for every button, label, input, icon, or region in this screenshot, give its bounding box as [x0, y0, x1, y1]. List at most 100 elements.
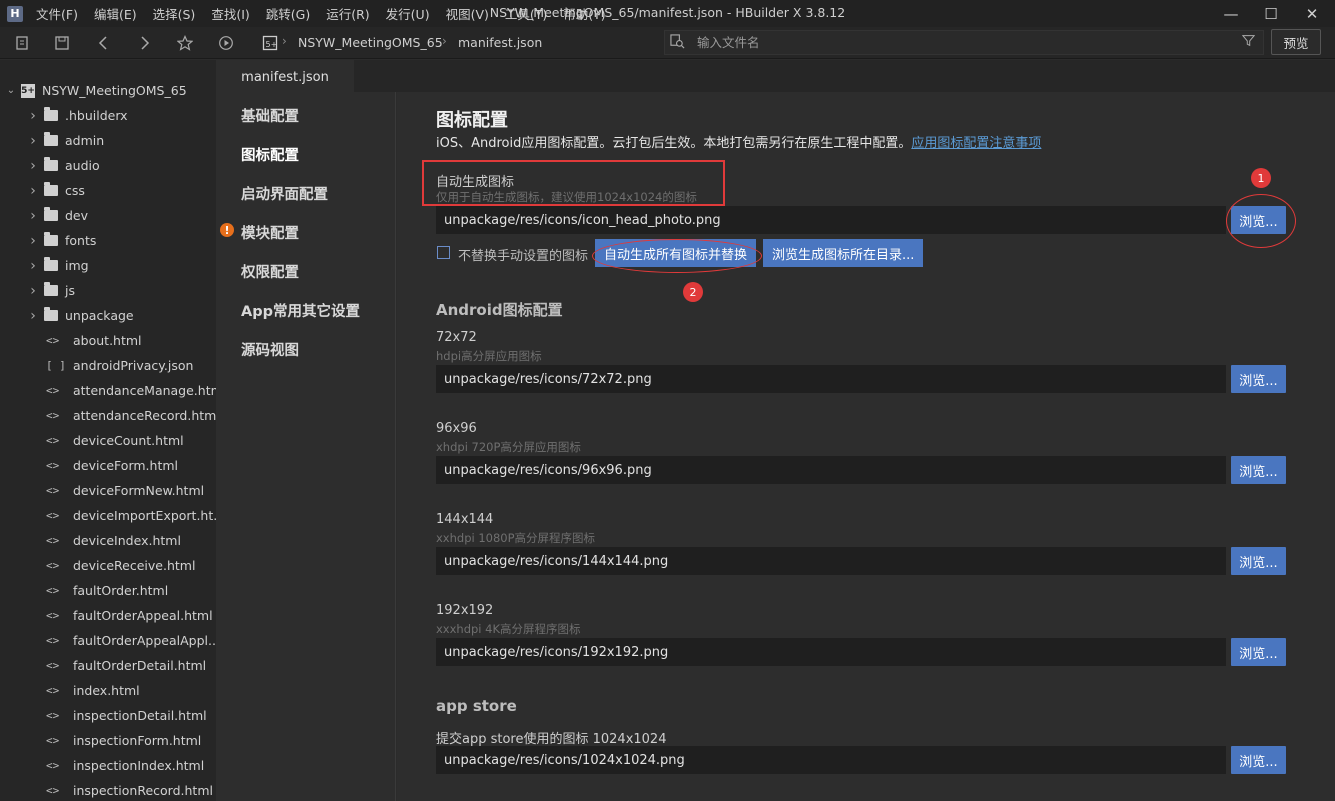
tree-item-label: audio: [65, 158, 100, 173]
tree-item[interactable]: <> attendanceManage.html: [46, 378, 216, 403]
menu-edit[interactable]: 编辑(E): [94, 4, 137, 23]
chevron-right-icon[interactable]: ›: [28, 233, 38, 249]
tree-item-label: inspectionRecord.html: [73, 783, 213, 798]
tree-item[interactable]: <> about.html: [46, 328, 216, 353]
chevron-right-icon[interactable]: ›: [28, 283, 38, 299]
nav-other-settings[interactable]: App常用其它设置: [241, 300, 360, 321]
tree-item[interactable]: › fonts: [28, 228, 216, 253]
nav-icon-config[interactable]: 图标配置: [241, 144, 299, 165]
folder-icon: [44, 307, 58, 321]
chevron-right-icon[interactable]: ›: [28, 208, 38, 224]
filter-icon[interactable]: [1241, 34, 1256, 51]
tree-item[interactable]: <> index.html: [46, 678, 216, 703]
android-icon-path-input[interactable]: [436, 638, 1226, 666]
auto-icon-path-input[interactable]: [436, 206, 1226, 234]
menu-goto[interactable]: 跳转(G): [266, 4, 310, 23]
chevron-right-icon[interactable]: ›: [28, 133, 38, 149]
browse-generated-dir-button[interactable]: 浏览生成图标所在目录...: [763, 239, 924, 267]
tree-item-label: unpackage: [65, 308, 134, 323]
tree-item[interactable]: <> deviceIndex.html: [46, 528, 216, 553]
chevron-right-icon[interactable]: ›: [28, 258, 38, 274]
tree-item[interactable]: <> deviceCount.html: [46, 428, 216, 453]
tree-item[interactable]: <> faultOrder.html: [46, 578, 216, 603]
tree-item[interactable]: <> inspectionRecord.html: [46, 778, 216, 801]
menu-tools[interactable]: 工具(T): [505, 4, 547, 23]
breadcrumb-project[interactable]: NSYW_MeetingOMS_65: [298, 35, 443, 50]
run-icon[interactable]: [216, 33, 236, 53]
search-icon: [670, 34, 685, 53]
android-icon-path-input[interactable]: [436, 456, 1226, 484]
menu-find[interactable]: 查找(I): [211, 4, 249, 23]
maximize-button[interactable]: ☐: [1248, 0, 1294, 27]
tree-item-label: css: [65, 183, 85, 198]
tree-item[interactable]: <> attendanceRecord.html: [46, 403, 216, 428]
preview-button[interactable]: 预览: [1271, 29, 1321, 55]
tree-item[interactable]: › .hbuilderx: [28, 103, 216, 128]
tree-item[interactable]: <> deviceImportExport.ht...: [46, 503, 216, 528]
back-icon[interactable]: [94, 33, 114, 53]
tree-item[interactable]: <> inspectionForm.html: [46, 728, 216, 753]
chevron-down-icon[interactable]: ⌄: [6, 85, 16, 96]
chevron-right-icon[interactable]: ›: [28, 183, 38, 199]
tree-item[interactable]: <> faultOrderDetail.html: [46, 653, 216, 678]
android-icon-path-input[interactable]: [436, 547, 1226, 575]
menu-publish[interactable]: 发行(U): [386, 4, 430, 23]
tree-item[interactable]: › img: [28, 253, 216, 278]
tree-item[interactable]: <> inspectionIndex.html: [46, 753, 216, 778]
tree-item[interactable]: › audio: [28, 153, 216, 178]
menu-run[interactable]: 运行(R): [326, 4, 369, 23]
tree-item[interactable]: <> inspectionDetail.html: [46, 703, 216, 728]
nav-permission-config[interactable]: 权限配置: [241, 261, 299, 282]
nav-basic-config[interactable]: 基础配置: [241, 105, 299, 126]
android-icon-browse-button[interactable]: 浏览...: [1231, 365, 1286, 393]
icon-config-notes-link[interactable]: 应用图标配置注意事项: [911, 136, 1041, 151]
tree-item[interactable]: › css: [28, 178, 216, 203]
tab-manifest-json[interactable]: manifest.json: [216, 60, 354, 92]
tree-item[interactable]: › dev: [28, 203, 216, 228]
android-icon-hint: xxhdpi 1080P高分屏程序图标: [436, 531, 596, 545]
chevron-right-icon[interactable]: ›: [28, 108, 38, 124]
vertical-scrollbar[interactable]: [1327, 92, 1335, 801]
tree-item[interactable]: <> faultOrderAppealAppl...: [46, 628, 216, 653]
tree-item[interactable]: <> faultOrderAppeal.html: [46, 603, 216, 628]
html-file-icon: <>: [46, 434, 60, 447]
tree-item[interactable]: [ ] androidPrivacy.json: [46, 353, 216, 378]
svg-text:5+: 5+: [266, 40, 278, 49]
file-search-input[interactable]: [697, 35, 1197, 50]
no-replace-manual-label[interactable]: 不替换手动设置的图标: [458, 245, 588, 264]
tree-project-root[interactable]: ⌄ 5+ NSYW_MeetingOMS_65: [6, 78, 216, 103]
no-replace-manual-checkbox[interactable]: [437, 246, 450, 259]
tree-item[interactable]: › js: [28, 278, 216, 303]
android-icon-browse-button[interactable]: 浏览...: [1231, 456, 1286, 484]
forward-icon[interactable]: [134, 33, 154, 53]
tree-item[interactable]: › unpackage: [28, 303, 216, 328]
star-icon[interactable]: [175, 33, 195, 53]
android-icon-browse-button[interactable]: 浏览...: [1231, 638, 1286, 666]
chevron-right-icon[interactable]: ›: [28, 158, 38, 174]
menu-help[interactable]: 帮助(Y): [563, 4, 605, 23]
html-file-icon: <>: [46, 659, 60, 672]
nav-source-view[interactable]: 源码视图: [241, 339, 299, 360]
appstore-icon-path-input[interactable]: [436, 746, 1226, 774]
folder-icon: [44, 207, 58, 221]
nav-module-config[interactable]: 模块配置: [241, 222, 299, 243]
menu-select[interactable]: 选择(S): [153, 4, 196, 23]
android-icon-browse-button[interactable]: 浏览...: [1231, 547, 1286, 575]
new-file-icon[interactable]: [12, 33, 32, 53]
appstore-icon-browse-button[interactable]: 浏览...: [1231, 746, 1286, 774]
breadcrumb-file[interactable]: manifest.json: [458, 35, 542, 50]
tree-item[interactable]: <> deviceForm.html: [46, 453, 216, 478]
html-file-icon: <>: [46, 484, 60, 497]
menu-view[interactable]: 视图(V): [446, 4, 489, 23]
chevron-right-icon[interactable]: ›: [28, 308, 38, 324]
tree-item[interactable]: <> deviceReceive.html: [46, 553, 216, 578]
android-icon-path-input[interactable]: [436, 365, 1226, 393]
close-button[interactable]: ✕: [1289, 0, 1335, 27]
tree-item[interactable]: › admin: [28, 128, 216, 153]
nav-splash-config[interactable]: 启动界面配置: [241, 183, 328, 204]
save-icon[interactable]: [52, 33, 72, 53]
menu-file[interactable]: 文件(F): [36, 4, 78, 23]
tree-item[interactable]: <> deviceFormNew.html: [46, 478, 216, 503]
hbuilder-logo-icon: H: [7, 5, 23, 22]
file-search-box[interactable]: [664, 30, 1264, 55]
